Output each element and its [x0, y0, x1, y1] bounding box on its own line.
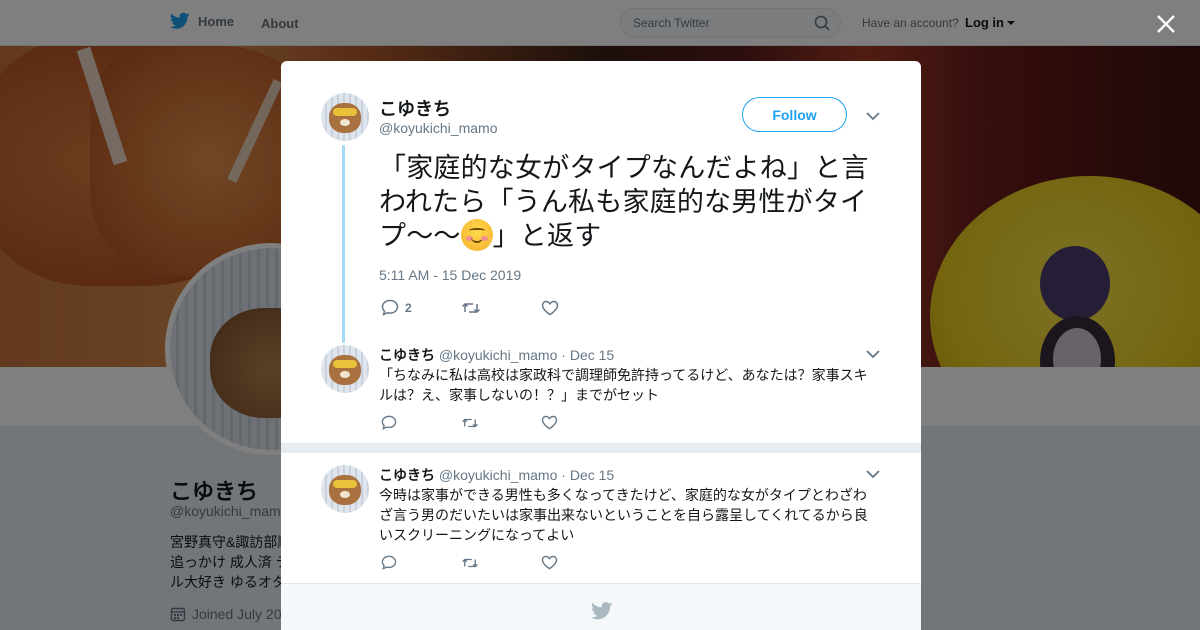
follow-button[interactable]: Follow	[742, 97, 847, 132]
reply-date[interactable]: Dec 15	[570, 467, 614, 483]
twitter-bird-icon	[591, 602, 613, 620]
reply-button[interactable]: 2	[381, 299, 461, 316]
reply-author-name[interactable]: こゆきち	[379, 467, 435, 483]
retweet-icon	[462, 558, 478, 567]
reply-icon	[381, 299, 399, 316]
tweet-text-part: 「家庭的な女がタイプなんだよね」と言われたら「うん私も家庭的な男性がタイプ～～	[379, 153, 869, 251]
retweet-icon	[461, 302, 481, 313]
tweet-author-name[interactable]: こゆきち	[379, 95, 451, 121]
reply-text: 今時は家事ができる男性も多くなってきたけど、家庭的な女がタイプとわざわざ言う男の…	[379, 487, 868, 543]
retweet-button[interactable]	[461, 300, 541, 316]
reply-header: こゆきち @koyukichi_mamo · Dec 15	[379, 465, 614, 485]
like-button[interactable]	[541, 300, 621, 316]
modal-footer	[281, 583, 921, 630]
reply-actions	[381, 415, 621, 430]
separator: ·	[561, 347, 566, 363]
reply-author-avatar[interactable]	[321, 345, 369, 393]
retweet-button[interactable]	[461, 416, 541, 430]
reply-author-name[interactable]: こゆきち	[379, 347, 435, 363]
reply-icon	[381, 415, 397, 430]
reply-author-handle[interactable]: @koyukichi_mamo	[439, 467, 557, 483]
thread-divider	[281, 443, 921, 453]
like-button[interactable]	[541, 415, 621, 430]
reply-icon	[381, 555, 397, 570]
tweet-author-handle[interactable]: @koyukichi_mamo	[379, 120, 497, 136]
tweet-actions: 2	[381, 299, 621, 316]
like-button[interactable]	[541, 555, 621, 570]
chevron-down-icon[interactable]	[866, 112, 880, 121]
reply-text: 「ちなみに私は高校は家政科で調理師免許持ってるけど、あなたは？家事スキルは？え、…	[379, 367, 868, 403]
tweet-text: 「家庭的な女がタイプなんだよね」と言われたら「うん私も家庭的な男性がタイプ～～」…	[379, 151, 889, 253]
tweet-text-part: 」と返す	[492, 221, 602, 251]
chevron-down-icon[interactable]	[866, 470, 880, 479]
separator: ·	[561, 467, 566, 483]
reply-button[interactable]	[381, 415, 461, 430]
close-icon[interactable]	[1155, 13, 1177, 35]
reply-button[interactable]	[381, 555, 461, 570]
reply-header: こゆきち @koyukichi_mamo · Dec 15	[379, 345, 614, 365]
tweet-permalink-modal: こゆきち @koyukichi_mamo Follow 「家庭的な女がタイプなん…	[281, 61, 921, 630]
smiling-face-emoji-icon	[460, 219, 493, 251]
reply-author-avatar[interactable]	[321, 465, 369, 513]
reply-count: 2	[405, 300, 412, 315]
retweet-icon	[462, 418, 478, 427]
reply-actions	[381, 555, 621, 570]
heart-icon	[541, 415, 558, 430]
chevron-down-icon[interactable]	[866, 350, 880, 359]
retweet-button[interactable]	[461, 556, 541, 570]
heart-icon	[541, 555, 558, 570]
tweet-author-avatar[interactable]	[321, 93, 369, 141]
tweet-timestamp[interactable]: 5:11 AM - 15 Dec 2019	[379, 267, 521, 283]
heart-icon	[541, 300, 559, 315]
reply-author-handle[interactable]: @koyukichi_mamo	[439, 347, 557, 363]
reply-date[interactable]: Dec 15	[570, 347, 614, 363]
thread-connector-line	[342, 145, 345, 343]
